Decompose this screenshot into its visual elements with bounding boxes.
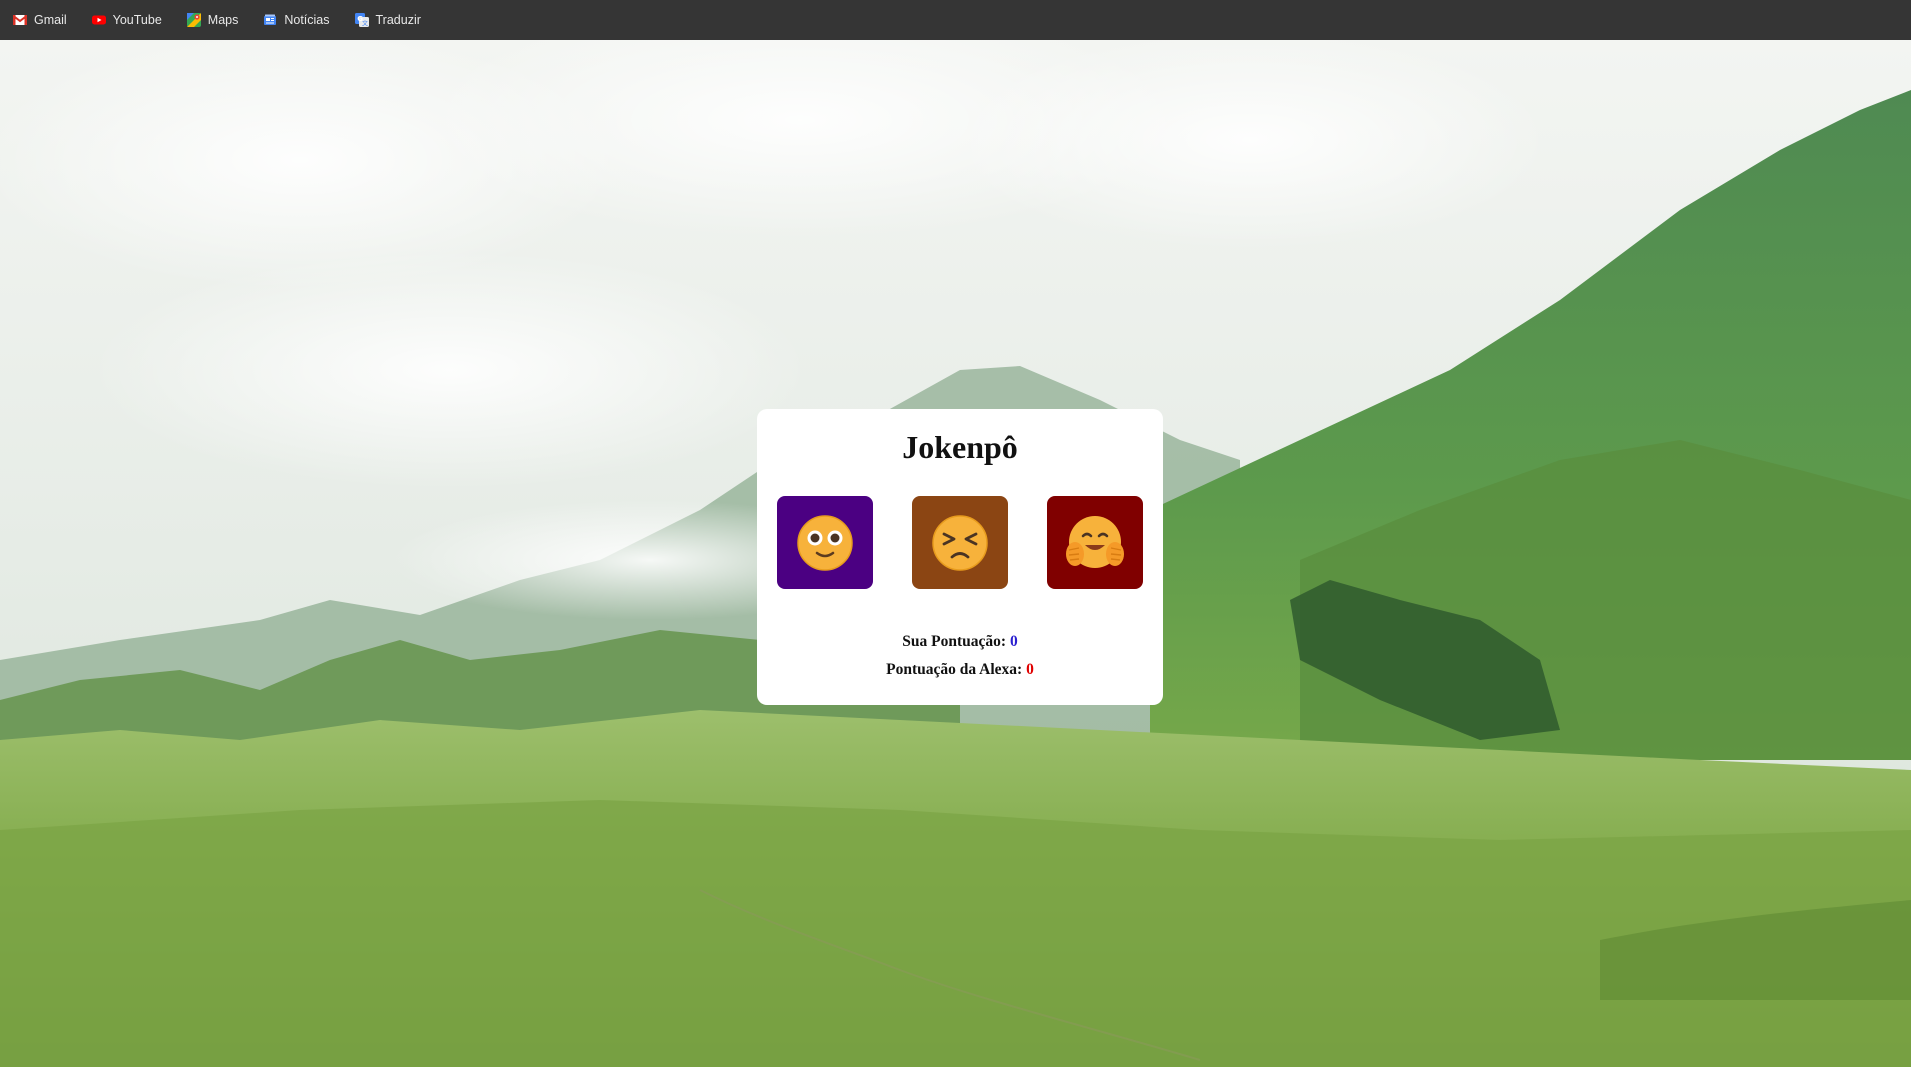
bookmark-label: Traduzir (375, 13, 421, 27)
choice-rock-button[interactable] (777, 496, 873, 589)
face-hugging-icon (1066, 515, 1124, 568)
svg-text:文: 文 (362, 20, 368, 28)
gmail-icon (12, 12, 28, 28)
bookmark-label: Notícias (284, 13, 330, 27)
news-icon (262, 12, 278, 28)
face-squinting-icon (932, 514, 988, 571)
bookmark-label: YouTube (112, 13, 162, 27)
user-score-line: Sua Pontuação: 0 (757, 628, 1163, 656)
bookmark-youtube[interactable]: YouTube (89, 8, 164, 32)
youtube-icon (91, 12, 107, 28)
bookmark-label: Maps (207, 13, 239, 27)
bookmarks-bar: Gmail YouTube Maps Notícias G 文 Traduzir (0, 0, 1911, 40)
game-card: Jokenpô Sua Pontuação: 0 Pontuação da Al… (757, 409, 1163, 705)
bookmark-news[interactable]: Notícias (260, 8, 331, 32)
bookmark-translate[interactable]: G 文 Traduzir (352, 8, 423, 32)
maps-icon (186, 12, 202, 28)
alexa-score-label: Pontuação da Alexa: (886, 661, 1023, 678)
translate-icon: G 文 (354, 12, 370, 28)
game-title: Jokenpô (902, 429, 1018, 465)
bookmark-gmail[interactable]: Gmail (10, 8, 69, 32)
choice-paper-button[interactable] (912, 496, 1008, 589)
choices-row (777, 496, 1143, 589)
scoreboard: Sua Pontuação: 0 Pontuação da Alexa: 0 (757, 628, 1163, 684)
bookmark-label: Gmail (34, 13, 67, 27)
face-flushed-smile-icon (797, 514, 853, 571)
alexa-score-line: Pontuação da Alexa: 0 (757, 656, 1163, 684)
choice-scissors-button[interactable] (1047, 496, 1143, 589)
user-score-value: 0 (1009, 633, 1018, 650)
bookmark-maps[interactable]: Maps (184, 8, 241, 32)
user-score-label: Sua Pontuação: (902, 633, 1007, 650)
alexa-score-value: 0 (1026, 661, 1034, 678)
